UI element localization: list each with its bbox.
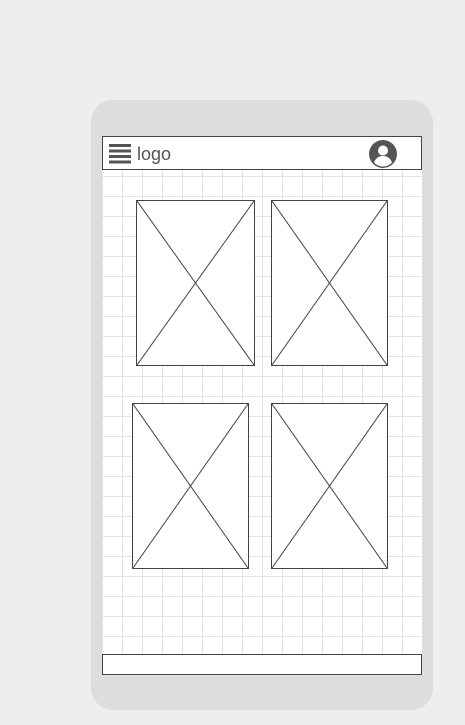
image-placeholder-x-icon	[133, 404, 248, 568]
app-footer	[102, 654, 422, 675]
app-header: logo	[102, 136, 422, 170]
user-avatar-icon[interactable]	[369, 140, 397, 168]
image-placeholder-1[interactable]	[136, 200, 255, 366]
image-placeholder-x-icon	[137, 201, 254, 365]
image-placeholder-x-icon	[272, 404, 387, 568]
image-placeholder-x-icon	[272, 201, 387, 365]
image-placeholder-2[interactable]	[271, 200, 388, 366]
image-placeholder-4[interactable]	[271, 403, 388, 569]
image-placeholder-3[interactable]	[132, 403, 249, 569]
hamburger-menu-icon[interactable]	[109, 144, 131, 164]
logo-text[interactable]: logo	[137, 144, 171, 164]
